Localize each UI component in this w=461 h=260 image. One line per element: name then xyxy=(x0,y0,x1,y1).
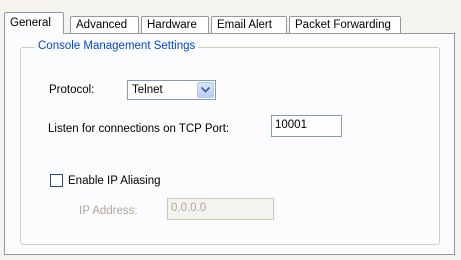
protocol-select[interactable]: Telnet xyxy=(127,80,216,100)
group-title: Console Management Settings xyxy=(35,39,199,53)
enable-ip-aliasing-checkbox[interactable] xyxy=(50,174,63,187)
tab-packet-forwarding-label: Packet Forwarding xyxy=(295,19,391,31)
chevron-down-icon[interactable] xyxy=(197,82,214,98)
protocol-label: Protocol: xyxy=(49,84,95,96)
ip-address-input[interactable]: 0.0.0.0 xyxy=(167,198,274,220)
enable-ip-aliasing-label: Enable IP Aliasing xyxy=(68,175,161,187)
protocol-value: Telnet xyxy=(132,84,163,96)
tab-email-alert-label: Email Alert xyxy=(217,19,272,31)
tcp-port-input[interactable]: 10001 xyxy=(271,115,342,137)
tab-advanced[interactable]: Advanced xyxy=(70,16,139,33)
ip-address-label: IP Address: xyxy=(79,205,138,217)
tab-general[interactable]: General xyxy=(4,12,64,34)
tab-hardware-label: Hardware xyxy=(147,19,197,31)
tab-general-label: General xyxy=(10,17,51,29)
tcp-port-label: Listen for connections on TCP Port: xyxy=(48,123,230,135)
tab-advanced-label: Advanced xyxy=(76,19,128,31)
tab-hardware[interactable]: Hardware xyxy=(141,16,209,33)
tab-packet-forwarding[interactable]: Packet Forwarding xyxy=(289,16,401,33)
tab-email-alert[interactable]: Email Alert xyxy=(211,16,287,33)
